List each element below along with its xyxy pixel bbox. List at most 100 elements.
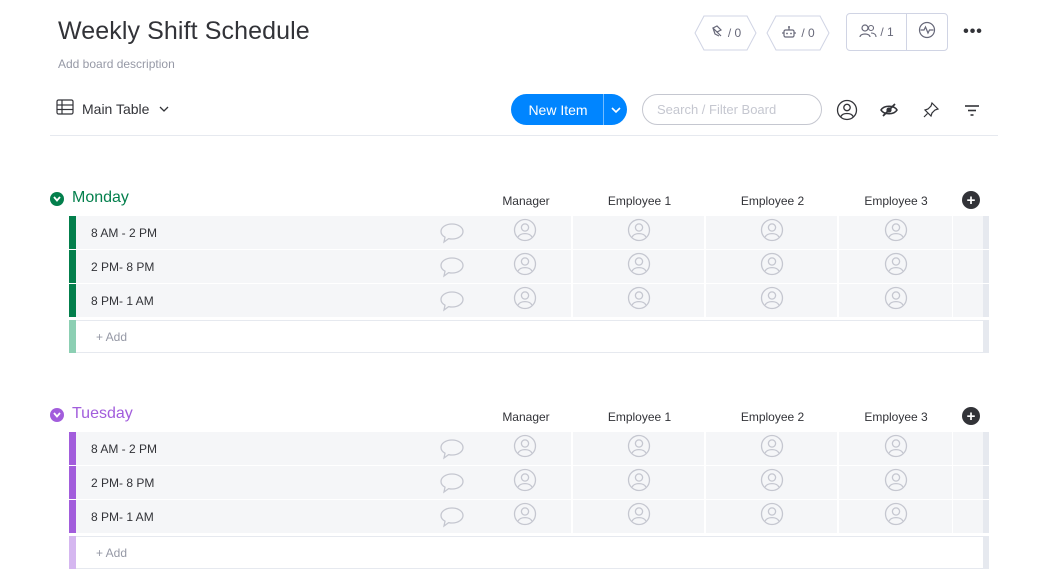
- column-header[interactable]: Employee 2: [706, 194, 839, 208]
- table-row[interactable]: 8 AM - 2 PM: [69, 432, 989, 465]
- person-avatar-icon: [513, 434, 537, 463]
- person-avatar-icon: [760, 434, 784, 463]
- person-cell[interactable]: [478, 432, 571, 465]
- group-header: Monday + Manager Employee 1 Employee 2 Empl…: [0, 185, 1057, 215]
- person-cell[interactable]: [478, 466, 571, 499]
- person-cell[interactable]: [478, 250, 571, 283]
- person-cell[interactable]: [839, 250, 952, 283]
- board-title[interactable]: Weekly Shift Schedule: [58, 17, 310, 46]
- person-cell[interactable]: [478, 500, 571, 533]
- person-cell[interactable]: [839, 500, 952, 533]
- chevron-down-icon: [53, 196, 61, 202]
- table-row[interactable]: 2 PM- 8 PM: [69, 466, 989, 499]
- column-header[interactable]: Employee 3: [839, 194, 953, 208]
- row-end-cell: [953, 216, 989, 249]
- group-collapse-toggle[interactable]: [50, 408, 64, 422]
- column-header[interactable]: Employee 3: [839, 410, 953, 424]
- add-item-label[interactable]: + Add: [96, 321, 127, 352]
- table-row[interactable]: 2 PM- 8 PM: [69, 250, 989, 283]
- person-cell[interactable]: [573, 216, 704, 249]
- integrations-button[interactable]: / 0: [694, 15, 757, 51]
- chat-bubble-icon[interactable]: [439, 289, 465, 313]
- filter-button[interactable]: [960, 98, 984, 122]
- person-cell[interactable]: [573, 250, 704, 283]
- main-table-view-tab[interactable]: Main Table: [56, 98, 171, 119]
- column-header[interactable]: Manager: [478, 194, 574, 208]
- chat-bubble-icon[interactable]: [439, 505, 465, 529]
- column-header[interactable]: Manager: [478, 410, 574, 424]
- group-collapse-toggle[interactable]: [50, 192, 64, 206]
- person-cell[interactable]: [839, 466, 952, 499]
- add-item-row[interactable]: + Add: [69, 320, 989, 353]
- chat-bubble-icon[interactable]: [439, 471, 465, 495]
- item-name: 8 AM - 2 PM: [91, 225, 158, 240]
- item-name-cell[interactable]: 2 PM- 8 PM: [76, 466, 478, 499]
- pin-icon: [923, 101, 940, 118]
- automations-button[interactable]: / 0: [766, 15, 830, 51]
- person-cell[interactable]: [573, 432, 704, 465]
- chevron-down-icon[interactable]: [157, 101, 171, 117]
- members-activity-box: / 1: [846, 13, 948, 51]
- person-avatar-icon: [513, 252, 537, 281]
- integrations-icon: [710, 24, 724, 42]
- person-cell[interactable]: [478, 216, 571, 249]
- add-item-label[interactable]: + Add: [96, 537, 127, 568]
- activity-button[interactable]: [907, 14, 947, 50]
- group-title[interactable]: Tuesday: [72, 405, 133, 423]
- table-row[interactable]: 8 PM- 1 AM: [69, 500, 989, 533]
- item-name-cell[interactable]: 8 PM- 1 AM: [76, 284, 478, 317]
- group-title[interactable]: Monday: [72, 189, 129, 207]
- person-avatar-icon: [884, 218, 908, 247]
- person-icon: [836, 99, 858, 121]
- person-cell[interactable]: [839, 432, 952, 465]
- row-color-bar: [69, 432, 76, 465]
- person-cell[interactable]: [706, 284, 837, 317]
- item-name-cell[interactable]: 2 PM- 8 PM: [76, 250, 478, 283]
- person-cell[interactable]: [706, 466, 837, 499]
- person-cell[interactable]: [573, 500, 704, 533]
- item-name-cell[interactable]: 8 PM- 1 AM: [76, 500, 478, 533]
- members-button[interactable]: / 1: [847, 14, 907, 50]
- person-cell[interactable]: [839, 216, 952, 249]
- person-cell[interactable]: [573, 466, 704, 499]
- add-column-button[interactable]: +: [962, 407, 980, 425]
- new-item-dropdown[interactable]: [604, 105, 627, 115]
- person-cell[interactable]: [478, 284, 571, 317]
- person-cell[interactable]: [706, 216, 837, 249]
- pin-button[interactable]: [919, 98, 943, 122]
- members-icon: [859, 23, 877, 41]
- person-avatar-icon: [627, 218, 651, 247]
- board-description[interactable]: Add board description: [58, 57, 175, 71]
- person-cell[interactable]: [839, 284, 952, 317]
- person-avatar-icon: [760, 502, 784, 531]
- more-options-button[interactable]: •••: [962, 22, 984, 42]
- toolbar-divider: [50, 135, 998, 136]
- person-avatar-icon: [513, 468, 537, 497]
- new-item-button[interactable]: New Item: [511, 94, 627, 125]
- hide-columns-button[interactable]: [877, 98, 901, 122]
- search-filter-input[interactable]: [642, 94, 822, 125]
- group-tuesday: Tuesday + Manager Employee 1 Employee 2 Emp…: [0, 401, 1057, 571]
- column-header[interactable]: Employee 2: [706, 410, 839, 424]
- person-cell[interactable]: [573, 284, 704, 317]
- chat-bubble-icon[interactable]: [439, 437, 465, 461]
- item-name-cell[interactable]: 8 AM - 2 PM: [76, 432, 478, 465]
- row-color-bar: [69, 500, 76, 533]
- chat-bubble-icon[interactable]: [439, 221, 465, 245]
- person-filter-button[interactable]: [835, 98, 859, 122]
- person-avatar-icon: [760, 468, 784, 497]
- table-row[interactable]: 8 PM- 1 AM: [69, 284, 989, 317]
- row-color-bar: [69, 284, 76, 317]
- column-header[interactable]: Employee 1: [573, 194, 706, 208]
- chat-bubble-icon[interactable]: [439, 255, 465, 279]
- add-item-row[interactable]: + Add: [69, 536, 989, 569]
- column-header[interactable]: Employee 1: [573, 410, 706, 424]
- person-cell[interactable]: [706, 432, 837, 465]
- person-cell[interactable]: [706, 500, 837, 533]
- item-name-cell[interactable]: 8 AM - 2 PM: [76, 216, 478, 249]
- table-row[interactable]: 8 AM - 2 PM: [69, 216, 989, 249]
- person-cell[interactable]: [706, 250, 837, 283]
- item-name: 2 PM- 8 PM: [91, 259, 155, 274]
- person-avatar-icon: [760, 286, 784, 315]
- add-column-button[interactable]: +: [962, 191, 980, 209]
